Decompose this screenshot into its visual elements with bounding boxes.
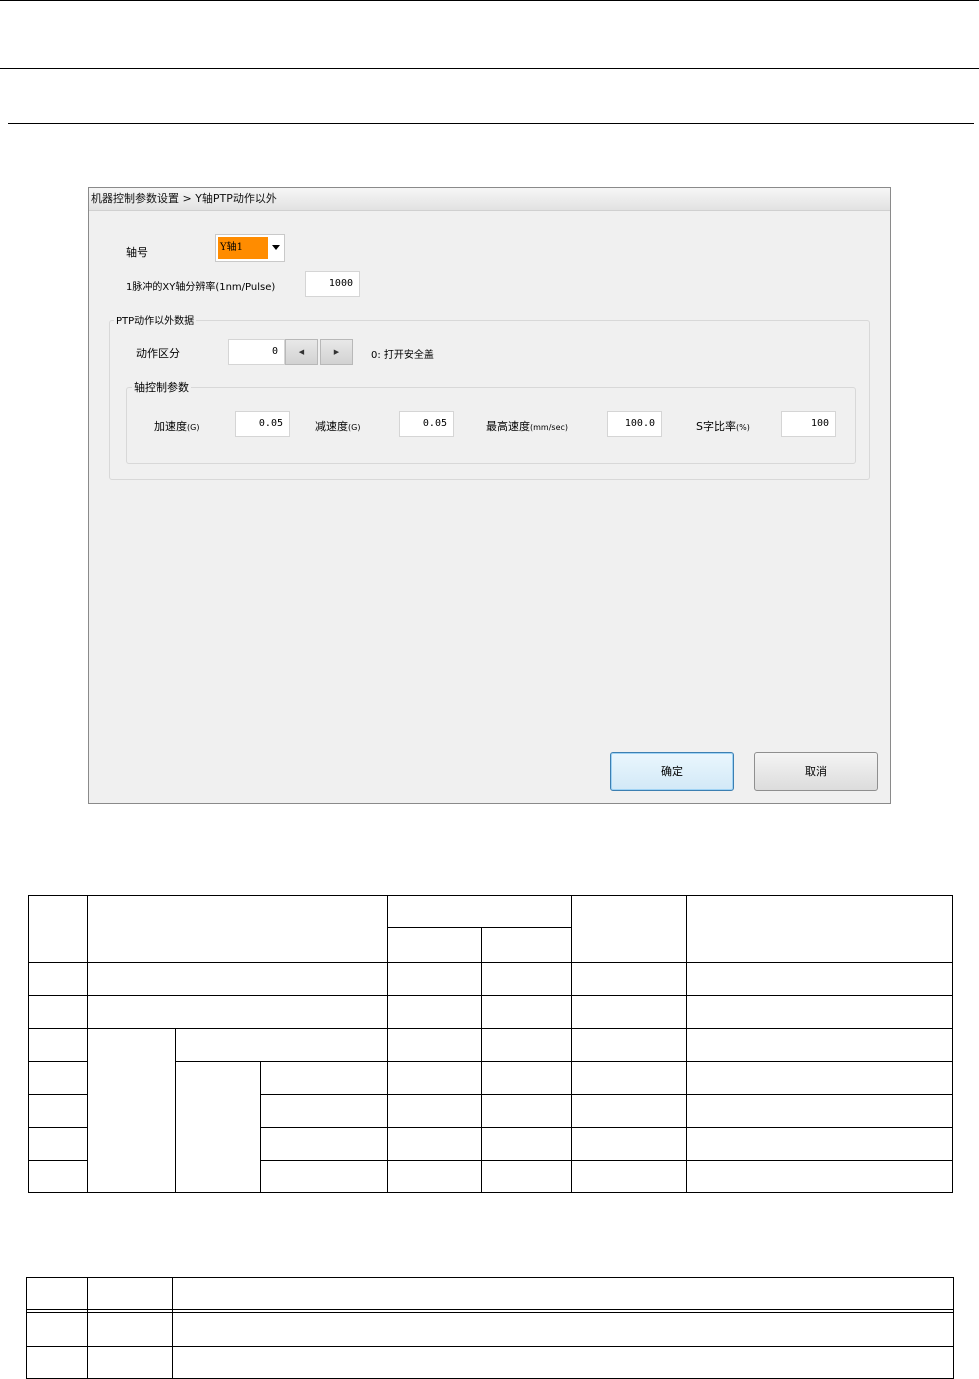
table-row-line bbox=[261, 1160, 953, 1161]
table-row-line bbox=[387, 927, 571, 928]
table-row-line bbox=[26, 1312, 954, 1313]
scurve-unit: (%) bbox=[735, 423, 750, 432]
accel-label: 加速度(G) bbox=[154, 418, 199, 434]
scurve-label-text: S字比率 bbox=[696, 420, 736, 433]
table-row-line bbox=[261, 1094, 953, 1095]
ptp-data-group-title: PTP动作以外数据 bbox=[114, 312, 197, 327]
table-col-line bbox=[172, 1277, 173, 1379]
arrow-right-icon[interactable]: ▶ bbox=[320, 339, 353, 365]
axis-select[interactable]: Y轴1 bbox=[215, 234, 285, 262]
table-col-line bbox=[571, 895, 572, 1193]
table-row-line bbox=[28, 962, 953, 963]
decel-label: 减速度(G) bbox=[315, 418, 360, 434]
parameter-table bbox=[28, 895, 953, 1193]
table-col-line bbox=[387, 895, 388, 1193]
decel-label-text: 减速度 bbox=[315, 420, 348, 433]
table-row-line bbox=[28, 1127, 88, 1128]
top-rule-3 bbox=[8, 123, 974, 124]
motion-input[interactable]: 0 bbox=[228, 339, 285, 365]
table-row-line bbox=[176, 1061, 953, 1062]
scurve-label: S字比率(%) bbox=[696, 418, 750, 434]
table-col-line bbox=[175, 1028, 176, 1193]
scurve-input[interactable]: 100 bbox=[781, 411, 836, 437]
top-rule-2 bbox=[0, 68, 979, 69]
table-row-line bbox=[28, 995, 953, 996]
decel-input[interactable]: 0.05 bbox=[399, 411, 454, 437]
table-col-line bbox=[686, 895, 687, 1193]
resolution-input[interactable]: 1000 bbox=[305, 271, 360, 297]
resolution-label: 1脉冲的XY轴分辨率(1nm/Pulse) bbox=[126, 282, 276, 293]
axis-select-value: Y轴1 bbox=[218, 237, 268, 259]
table-col-line bbox=[481, 927, 482, 1193]
table-row-line bbox=[26, 1309, 954, 1310]
table-row-line bbox=[28, 1094, 88, 1095]
table-col-line bbox=[87, 895, 88, 1193]
decel-unit: (G) bbox=[348, 423, 361, 432]
axis-label: 轴号 bbox=[126, 246, 148, 259]
maxspeed-label-text: 最高速度 bbox=[486, 420, 530, 433]
table-col-line bbox=[260, 1061, 261, 1193]
arrow-left-icon[interactable]: ◀ bbox=[285, 339, 318, 365]
table-row-line bbox=[28, 1160, 88, 1161]
accel-unit: (G) bbox=[187, 423, 200, 432]
ok-button[interactable]: 确定 bbox=[610, 752, 734, 791]
table-col-line bbox=[87, 1277, 88, 1379]
table-row-line bbox=[28, 1028, 953, 1029]
note-table bbox=[26, 1277, 954, 1379]
maxspeed-unit: (mm/sec) bbox=[530, 423, 569, 432]
accel-label-text: 加速度 bbox=[154, 420, 187, 433]
top-rule-1 bbox=[0, 0, 979, 1]
accel-input[interactable]: 0.05 bbox=[235, 411, 290, 437]
table-row-line bbox=[261, 1127, 953, 1128]
table-row-line bbox=[26, 1346, 954, 1347]
table-row-line bbox=[28, 1061, 88, 1062]
cancel-button[interactable]: 取消 bbox=[754, 752, 878, 791]
maxspeed-input[interactable]: 100.0 bbox=[607, 411, 662, 437]
axis-control-group-title: 轴控制参数 bbox=[132, 379, 191, 395]
chevron-down-icon[interactable] bbox=[272, 245, 280, 250]
dialog-title: 机器控制参数设置 > Y轴PTP动作以外 bbox=[89, 188, 890, 211]
motion-description: 0: 打开安全盖 bbox=[371, 350, 434, 361]
maxspeed-label: 最高速度(mm/sec) bbox=[486, 418, 568, 434]
motion-label: 动作区分 bbox=[136, 347, 180, 360]
